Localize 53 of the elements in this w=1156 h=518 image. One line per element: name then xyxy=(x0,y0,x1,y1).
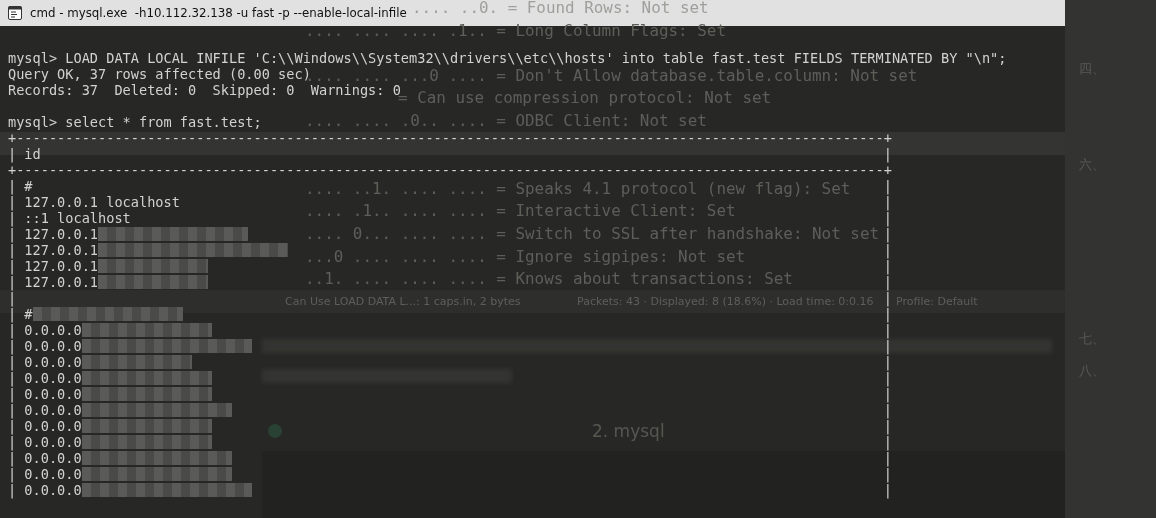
table-cell: | # xyxy=(8,306,33,322)
table-cell: | 0.0.0.0 xyxy=(8,402,82,418)
table-edge: | xyxy=(883,226,892,242)
table-edge: | xyxy=(883,194,892,210)
table-edge: | xyxy=(883,402,892,418)
table-edge: | xyxy=(883,290,892,306)
terminal-line: Records: 37 Deleted: 0 Skipped: 0 Warnings: 0 xyxy=(8,82,401,98)
table-edge: | xyxy=(883,466,892,482)
table-edge: | xyxy=(883,178,892,194)
table-edge: | xyxy=(883,386,892,402)
dot-icon xyxy=(268,424,282,438)
table-cell: | 127.0.0.1 xyxy=(8,242,99,258)
window-title: cmd - mysql.exe -h10.112.32.138 -u fast -p --enable-local-infile xyxy=(30,6,407,20)
table-edge: | xyxy=(883,210,892,226)
table-edge: | xyxy=(883,450,892,466)
table-cell: | 0.0.0.0 xyxy=(8,386,82,402)
packet-detail-line[interactable]: .... .... .... .1.. = Long Column Flags: Set xyxy=(305,24,726,37)
table-cell: | 127.0.0.1 localhost xyxy=(8,194,180,210)
table-cell: | 127.0.0.1 xyxy=(8,226,99,242)
table-edge: | xyxy=(883,434,892,450)
terminal-line: mysql> select * from fast.test; xyxy=(8,114,262,130)
table-cell: | ::1 localhost xyxy=(8,210,131,226)
table-edge: | xyxy=(883,146,892,162)
table-cell: | 0.0.0.0 xyxy=(8,450,82,466)
table-edge: | xyxy=(883,306,892,322)
table-cell: | 0.0.0.0 xyxy=(8,418,82,434)
table-cell: | 0.0.0.0 xyxy=(8,322,82,338)
table-edge: | xyxy=(883,370,892,386)
table-edge: | xyxy=(883,354,892,370)
table-cell: | id xyxy=(8,146,41,162)
packet-detail-line[interactable]: .... ..0. = Found Rows: Not set xyxy=(412,2,709,14)
table-edge: | xyxy=(883,242,892,258)
table-cell: | 0.0.0.0 xyxy=(8,482,82,498)
table-cell: | 0.0.0.0 xyxy=(8,434,82,450)
table-cell: | 127.0.0.1 xyxy=(8,274,99,290)
table-edge: | xyxy=(883,322,892,338)
table-edge: | xyxy=(883,482,892,498)
table-edge: | xyxy=(883,418,892,434)
table-border: +----------------------------------------------------------------------------------------------------------+ xyxy=(8,162,892,178)
table-cell: | 127.0.0.1 xyxy=(8,258,99,274)
table-edge: | xyxy=(883,338,892,354)
table-cell: | 0.0.0.0 xyxy=(8,354,82,370)
table-edge: | xyxy=(883,258,892,274)
table-cell: | 0.0.0.0 xyxy=(8,466,82,482)
table-edge: | xyxy=(883,274,892,290)
terminal-line: Query OK, 37 rows affected (0.00 sec) xyxy=(8,66,311,82)
table-cell: | 0.0.0.0 xyxy=(8,370,82,386)
terminal-icon xyxy=(8,6,22,20)
table-cell: | 0.0.0.0 xyxy=(8,338,82,354)
table-border: +----------------------------------------------------------------------------------------------------------+ xyxy=(8,130,892,146)
table-cell: | xyxy=(8,290,17,306)
terminal-line: mysql> LOAD DATA LOCAL INFILE 'C:\\Windows\\System32\\drivers\\etc\\hosts' into table fast.test FIELDS TERMINATED BY "\n"; xyxy=(8,50,1007,66)
table-cell: | # xyxy=(8,178,33,194)
